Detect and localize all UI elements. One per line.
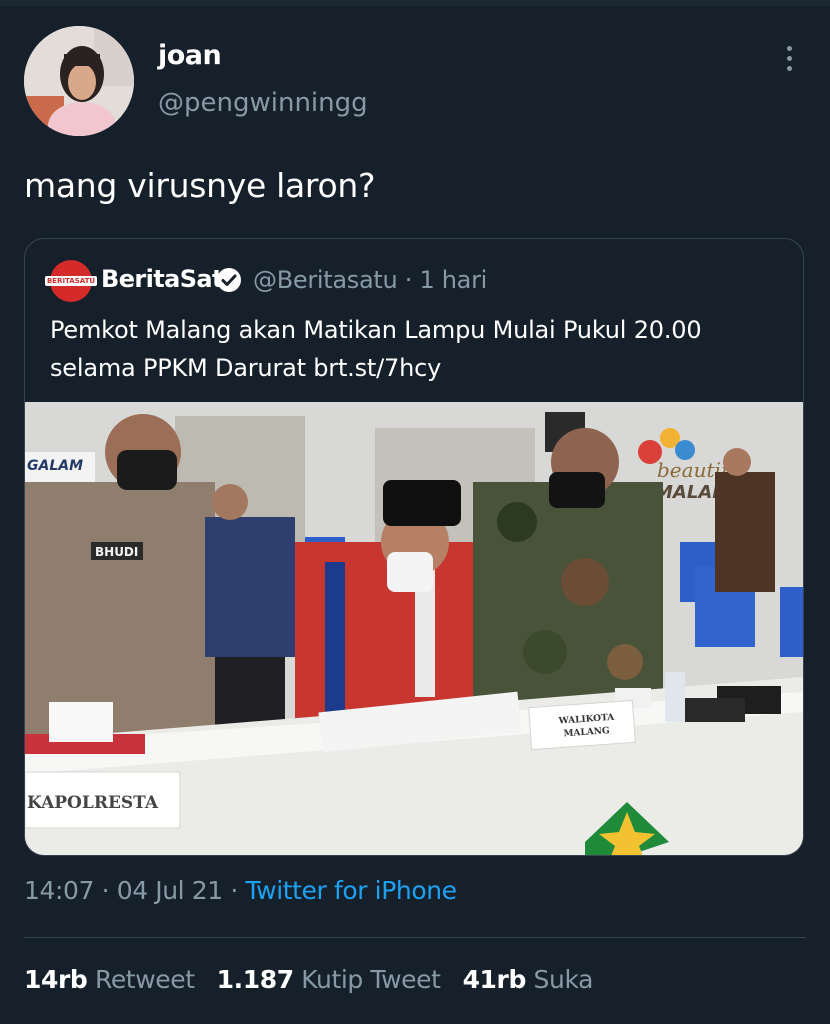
news-photo: GALAM beautiful MALANG BHUDI KAPOLRESTA … <box>25 402 803 855</box>
more-options-icon[interactable] <box>772 40 806 76</box>
tweet-text: mang virusnye laron? <box>24 166 376 205</box>
quoted-handle: @Beritasatu <box>253 266 398 294</box>
verified-badge-icon <box>217 268 241 292</box>
tweet-source-link[interactable]: Twitter for iPhone <box>245 876 457 905</box>
author-name[interactable]: joan <box>158 40 222 71</box>
tweet-stats: 14rb Retweet 1.187 Kutip Tweet 41rb Suka <box>24 965 615 994</box>
divider <box>24 937 806 938</box>
tweet-date: 04 Jul 21 <box>116 876 223 905</box>
quoted-avatar[interactable]: BERITASATU <box>44 260 98 302</box>
quotes-label: Kutip Tweet <box>301 965 441 994</box>
author-handle[interactable]: @pengwinningg <box>158 88 368 118</box>
quoted-meta: @Beritasatu · 1 hari <box>253 266 487 294</box>
quoted-tweet[interactable]: BERITASATU BeritaSatu @Beritasatu · 1 ha… <box>24 238 804 856</box>
quotes-stat[interactable]: 1.187 Kutip Tweet <box>217 965 463 994</box>
retweets-stat[interactable]: 14rb Retweet <box>24 965 217 994</box>
quoted-time: 1 hari <box>419 266 488 294</box>
likes-stat[interactable]: 41rb Suka <box>463 965 615 994</box>
tweet-time: 14:07 <box>24 876 95 905</box>
quoted-text: Pemkot Malang akan Matikan Lampu Mulai P… <box>50 316 702 382</box>
avatar-image <box>24 26 134 136</box>
source-separator: · <box>230 876 238 905</box>
quotes-count: 1.187 <box>216 965 294 994</box>
retweets-label: Retweet <box>94 965 195 994</box>
retweets-count: 14rb <box>24 965 88 994</box>
quoted-separator: · <box>404 266 413 294</box>
likes-count: 41rb <box>462 965 527 994</box>
quoted-avatar-logo-text: BERITASATU <box>44 276 98 286</box>
author-avatar[interactable] <box>24 26 134 136</box>
photo-badge-text: BHUDI <box>95 545 138 559</box>
tweet-timestamp: 14:07 · 04 Jul 21 · Twitter for iPhone <box>24 876 457 905</box>
likes-label: Suka <box>533 965 594 994</box>
previous-tweet-edge <box>0 0 830 6</box>
photo-wall-text-left: GALAM <box>27 458 83 474</box>
quoted-photo[interactable]: GALAM beautiful MALANG BHUDI KAPOLRESTA … <box>25 402 803 855</box>
time-separator: · <box>101 876 110 905</box>
photo-placard-left: KAPOLRESTA <box>27 793 159 813</box>
